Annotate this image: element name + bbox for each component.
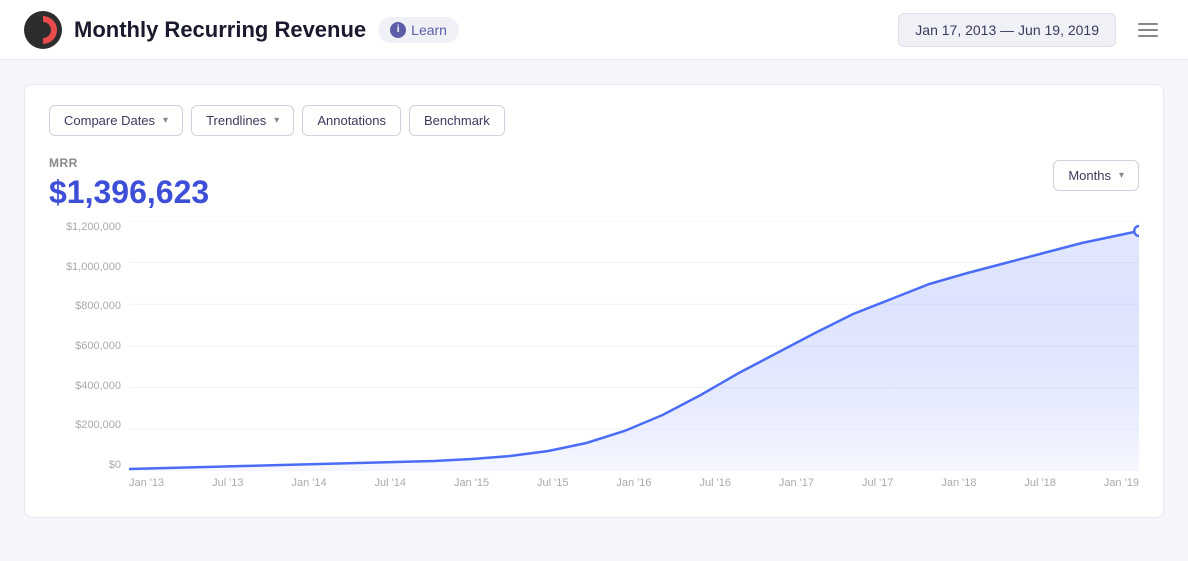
compare-dates-label: Compare Dates [64,113,155,128]
chart-svg [129,221,1139,471]
menu-button[interactable] [1132,17,1164,43]
metric-value: $1,396,623 [49,174,209,211]
content-area: Compare Dates ▾ Trendlines ▾ Annotations… [0,60,1188,542]
x-label-jan16: Jan '16 [616,477,651,489]
annotations-label: Annotations [317,113,386,128]
menu-icon-line2 [1138,29,1158,31]
y-label-0: $0 [49,459,129,471]
x-axis: Jan '13 Jul '13 Jan '14 Jul '14 Jan '15 … [129,471,1139,501]
y-axis: $1,200,000 $1,000,000 $800,000 $600,000 … [49,221,129,471]
x-label-jul14: Jul '14 [375,477,406,489]
chart-endpoint-dot [1134,226,1139,236]
app-container: Monthly Recurring Revenue i Learn Jan 17… [0,0,1188,561]
y-label-200k: $200,000 [49,419,129,431]
benchmark-label: Benchmark [424,113,490,128]
x-label-jan13: Jan '13 [129,477,164,489]
y-label-600k: $600,000 [49,340,129,352]
granularity-label: Months [1068,168,1111,183]
x-label-jan19: Jan '19 [1104,477,1139,489]
info-icon: i [390,22,406,38]
metric-block: MRR $1,396,623 [49,156,209,211]
x-label-jul15: Jul '15 [537,477,568,489]
metric-label: MRR [49,156,209,170]
x-label-jan18: Jan '18 [941,477,976,489]
benchmark-button[interactable]: Benchmark [409,105,505,136]
chevron-down-icon-trendlines: ▾ [274,115,279,126]
x-label-jan15: Jan '15 [454,477,489,489]
toolbar: Compare Dates ▾ Trendlines ▾ Annotations… [49,105,1139,136]
y-label-1000k: $1,000,000 [49,261,129,273]
y-label-1200k: $1,200,000 [49,221,129,233]
header: Monthly Recurring Revenue i Learn Jan 17… [0,0,1188,60]
menu-icon-line3 [1138,35,1158,37]
compare-dates-button[interactable]: Compare Dates ▾ [49,105,183,136]
y-label-400k: $400,000 [49,380,129,392]
page-title: Monthly Recurring Revenue [74,17,366,43]
x-label-jul16: Jul '16 [699,477,730,489]
metric-area: MRR $1,396,623 Months ▾ [49,156,1139,211]
x-label-jan17: Jan '17 [779,477,814,489]
chart-card: Compare Dates ▾ Trendlines ▾ Annotations… [24,84,1164,518]
logo-mark [29,16,57,44]
granularity-button[interactable]: Months ▾ [1053,160,1139,191]
trendlines-button[interactable]: Trendlines ▾ [191,105,294,136]
menu-icon [1138,23,1158,25]
learn-label: Learn [411,22,447,38]
date-range-display[interactable]: Jan 17, 2013 — Jun 19, 2019 [898,13,1116,47]
chart-plot [129,221,1139,471]
x-label-jul18: Jul '18 [1024,477,1055,489]
chevron-down-icon: ▾ [163,115,168,126]
annotations-button[interactable]: Annotations [302,105,401,136]
chevron-down-icon-granularity: ▾ [1119,170,1124,181]
header-right: Jan 17, 2013 — Jun 19, 2019 [898,13,1164,47]
y-label-800k: $800,000 [49,300,129,312]
chart-area: $1,200,000 $1,000,000 $800,000 $600,000 … [49,221,1139,501]
x-label-jul13: Jul '13 [212,477,243,489]
logo-icon [24,11,62,49]
x-label-jan14: Jan '14 [291,477,326,489]
x-label-jul17: Jul '17 [862,477,893,489]
learn-button[interactable]: i Learn [378,17,459,43]
header-left: Monthly Recurring Revenue i Learn [24,11,459,49]
trendlines-label: Trendlines [206,113,266,128]
